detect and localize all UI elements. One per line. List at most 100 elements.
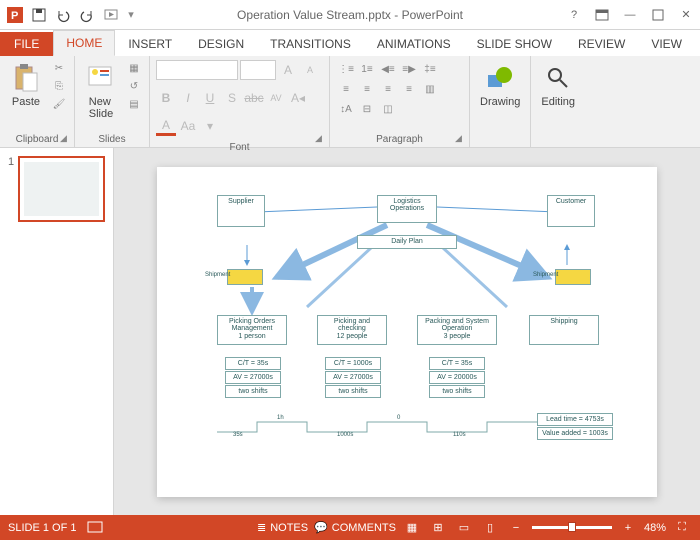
reading-view-icon[interactable]: ▭ <box>454 520 474 536</box>
process-2[interactable]: Picking and checking12 people <box>317 315 387 345</box>
format-painter-icon[interactable]: 🖌 <box>50 96 68 112</box>
smartart-icon[interactable]: ◫ <box>378 100 398 118</box>
group-clipboard: Paste ✂ ⎘ 🖌 Clipboard ◢ <box>0 56 75 147</box>
tab-slideshow[interactable]: SLIDE SHOW <box>464 31 565 56</box>
tab-transitions[interactable]: TRANSITIONS <box>257 31 364 56</box>
help-icon[interactable]: ? <box>560 4 588 26</box>
change-case-icon[interactable]: Aa <box>178 116 198 136</box>
metric-2c[interactable]: two shifts <box>325 385 381 399</box>
shipment-right[interactable] <box>555 269 591 285</box>
undo-icon[interactable] <box>52 4 74 26</box>
metric-1a[interactable]: C/T = 35s <box>225 357 281 371</box>
tab-insert[interactable]: INSERT <box>115 31 185 56</box>
align-right-icon[interactable]: ≡ <box>378 80 398 98</box>
paste-button[interactable]: Paste <box>6 60 46 110</box>
section-icon[interactable]: ▤ <box>125 96 143 112</box>
sorter-view-icon[interactable]: ⊞ <box>428 520 448 536</box>
cut-icon[interactable]: ✂ <box>50 60 68 76</box>
logistics-box[interactable]: Logistics Operations <box>377 195 437 223</box>
align-left-icon[interactable]: ≡ <box>336 80 356 98</box>
close-icon[interactable]: ✕ <box>672 4 700 26</box>
minimize-icon[interactable]: — <box>616 4 644 26</box>
new-slide-button[interactable]: New Slide <box>81 60 121 122</box>
shipment-left[interactable] <box>227 269 263 285</box>
notes-button[interactable]: ≣NOTES <box>257 521 308 534</box>
line-spacing-icon[interactable]: ‡≡ <box>420 60 440 78</box>
metric-2a[interactable]: C/T = 1000s <box>325 357 381 371</box>
zoom-level[interactable]: 48% <box>644 522 666 534</box>
redo-icon[interactable] <box>76 4 98 26</box>
slide-canvas[interactable]: Supplier Logistics Operations Customer D… <box>157 167 657 497</box>
fit-to-window-icon[interactable]: ⛶ <box>672 520 692 536</box>
clear-format-icon[interactable]: A◂ <box>288 88 308 108</box>
strikethrough-icon[interactable]: abc <box>244 88 264 108</box>
comments-button[interactable]: 💬COMMENTS <box>314 521 396 534</box>
normal-view-icon[interactable]: ▦ <box>402 520 422 536</box>
decrease-indent-icon[interactable]: ◀≡ <box>378 60 398 78</box>
align-text-icon[interactable]: ⊟ <box>357 100 377 118</box>
language-indicator[interactable] <box>88 522 102 534</box>
slide-thumbnail-1[interactable] <box>18 156 105 222</box>
drawing-button[interactable]: Drawing <box>476 60 524 110</box>
grow-font-icon[interactable]: A <box>278 60 298 80</box>
dailyplan-box[interactable]: Daily Plan <box>357 235 457 249</box>
supplier-box[interactable]: Supplier <box>217 195 265 227</box>
font-size-input[interactable] <box>240 60 276 80</box>
metric-3c[interactable]: two shifts <box>429 385 485 399</box>
slide-thumbnail-pane: 1 <box>0 148 114 515</box>
slide-indicator[interactable]: SLIDE 1 OF 1 <box>8 522 76 534</box>
lead-time[interactable]: Lead time = 4753s <box>537 413 613 427</box>
slideshow-view-icon[interactable]: ▯ <box>480 520 500 536</box>
columns-icon[interactable]: ▥ <box>420 80 440 98</box>
editing-button[interactable]: Editing <box>537 60 579 110</box>
customer-box[interactable]: Customer <box>547 195 595 227</box>
zoom-slider[interactable] <box>532 526 612 529</box>
metric-3b[interactable]: AV = 20000s <box>429 371 485 385</box>
justify-icon[interactable]: ≡ <box>399 80 419 98</box>
numbering-icon[interactable]: 1≡ <box>357 60 377 78</box>
underline-icon[interactable]: U <box>200 88 220 108</box>
shadow-icon[interactable]: S <box>222 88 242 108</box>
copy-icon[interactable]: ⎘ <box>50 78 68 94</box>
shrink-font-icon[interactable]: A <box>300 60 320 80</box>
process-4[interactable]: Shipping <box>529 315 599 345</box>
clipboard-launcher-icon[interactable]: ◢ <box>60 133 72 145</box>
value-added[interactable]: Value added = 1003s <box>537 427 613 441</box>
process-3[interactable]: Packing and System Operation3 people <box>417 315 497 345</box>
bold-icon[interactable]: B <box>156 88 176 108</box>
powerpoint-icon[interactable]: P <box>4 4 26 26</box>
text-direction-icon[interactable]: ↕A <box>336 100 356 118</box>
tab-view[interactable]: VIEW <box>638 31 695 56</box>
process-1[interactable]: Picking Orders Management1 person <box>217 315 287 345</box>
spacing-icon[interactable]: AV <box>266 88 286 108</box>
tab-animations[interactable]: ANIMATIONS <box>364 31 464 56</box>
italic-icon[interactable]: I <box>178 88 198 108</box>
t4: 0 <box>397 415 400 421</box>
layout-icon[interactable]: ▦ <box>125 60 143 76</box>
font-family-input[interactable] <box>156 60 238 80</box>
save-icon[interactable] <box>28 4 50 26</box>
highlight-icon[interactable]: ▾ <box>200 116 220 136</box>
maximize-icon[interactable] <box>644 4 672 26</box>
metric-1b[interactable]: AV = 27000s <box>225 371 281 385</box>
increase-indent-icon[interactable]: ≡▶ <box>399 60 419 78</box>
font-color-icon[interactable]: A <box>156 116 176 136</box>
zoom-out-icon[interactable]: − <box>506 520 526 536</box>
tab-file[interactable]: FILE <box>0 32 53 56</box>
zoom-in-icon[interactable]: + <box>618 520 638 536</box>
qat-dropdown-icon[interactable]: ▾ <box>124 4 138 26</box>
tab-design[interactable]: DESIGN <box>185 31 257 56</box>
tab-review[interactable]: REVIEW <box>565 31 638 56</box>
metric-3a[interactable]: C/T = 35s <box>429 357 485 371</box>
font-launcher-icon[interactable]: ◢ <box>315 133 327 145</box>
paragraph-launcher-icon[interactable]: ◢ <box>455 133 467 145</box>
start-from-beginning-icon[interactable] <box>100 4 122 26</box>
metric-2b[interactable]: AV = 27000s <box>325 371 381 385</box>
align-center-icon[interactable]: ≡ <box>357 80 377 98</box>
tab-home[interactable]: HOME <box>53 30 115 56</box>
reset-icon[interactable]: ↺ <box>125 78 143 94</box>
clipboard-label: Clipboard <box>6 132 68 145</box>
bullets-icon[interactable]: ⋮≡ <box>336 60 356 78</box>
metric-1c[interactable]: two shifts <box>225 385 281 399</box>
ribbon-display-icon[interactable] <box>588 4 616 26</box>
